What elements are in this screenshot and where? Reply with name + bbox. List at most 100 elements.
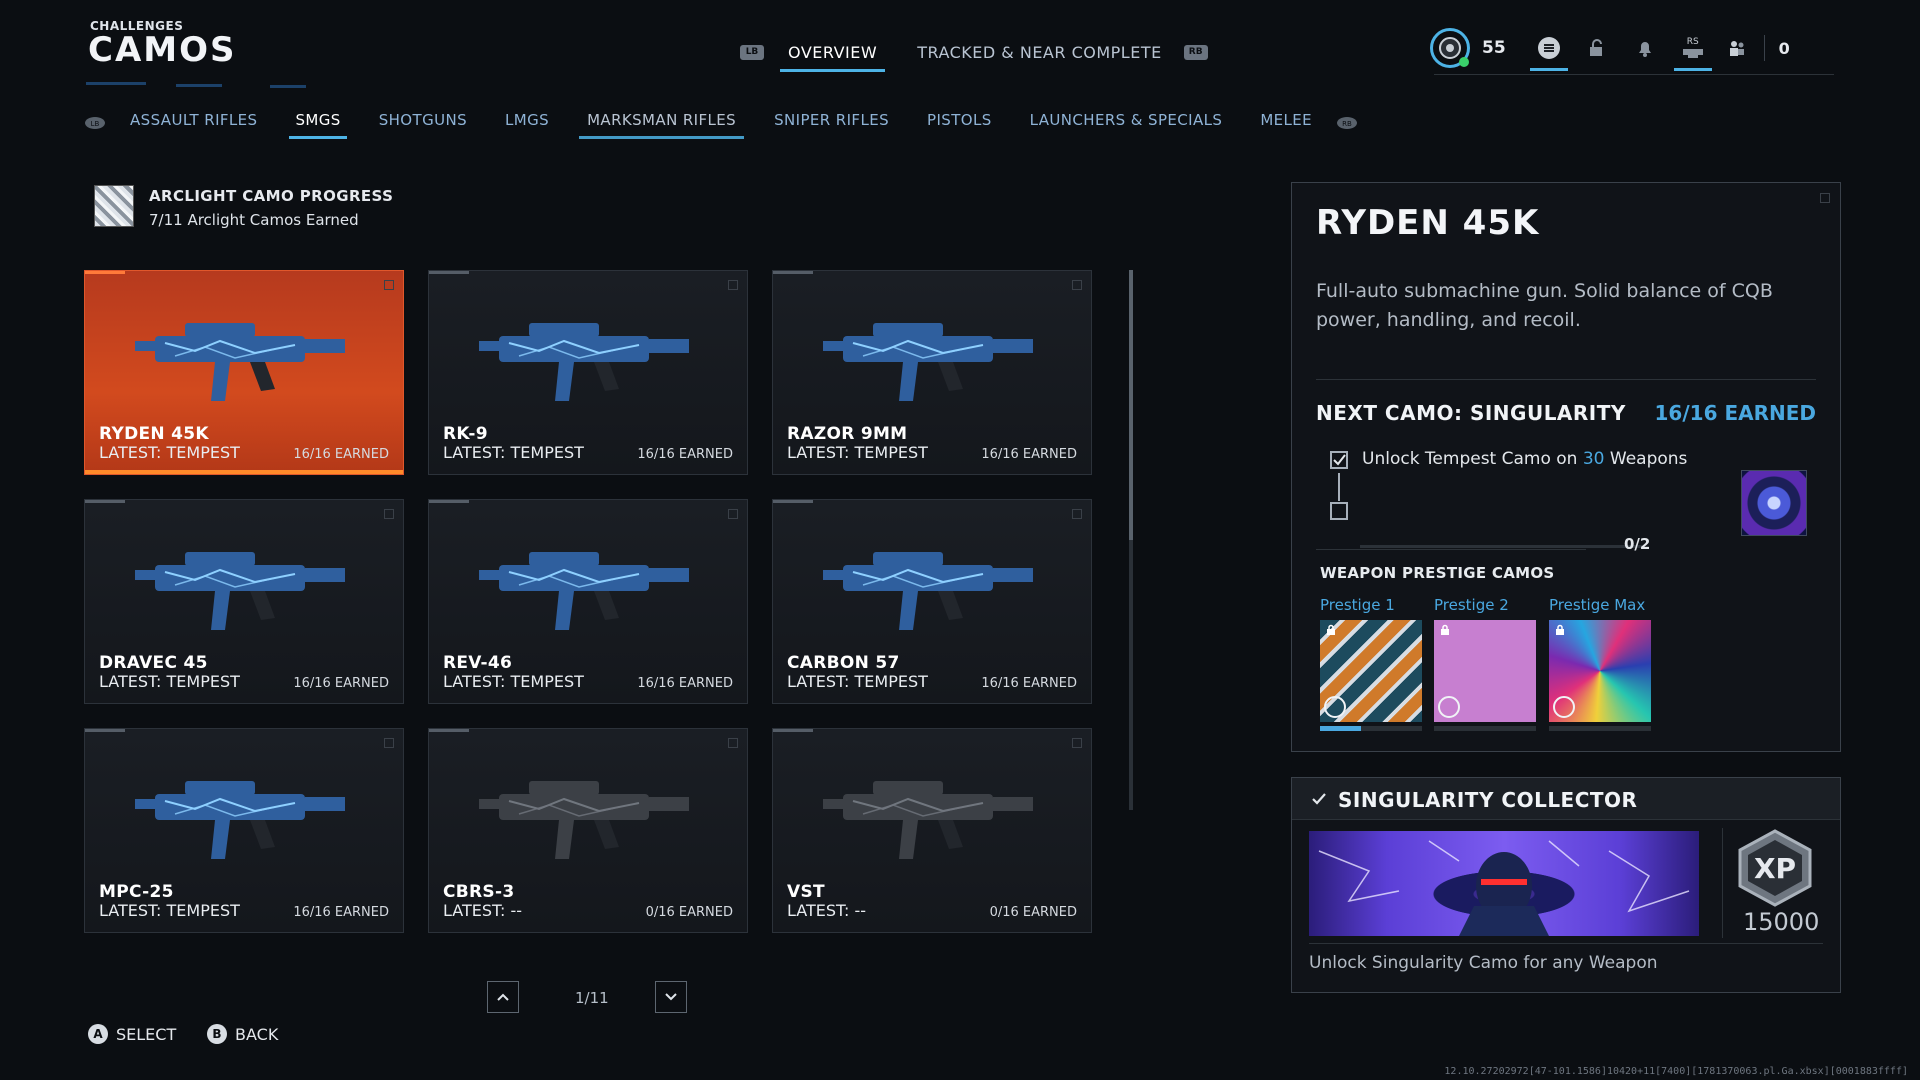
detail-divider xyxy=(1316,379,1816,380)
prestige-icon xyxy=(1553,696,1575,718)
weapon-image xyxy=(823,323,1033,401)
prestige-icon xyxy=(1324,696,1346,718)
rb-button-icon[interactable]: RB xyxy=(1183,44,1208,60)
corner-marker xyxy=(1820,193,1830,203)
card-corner-marker xyxy=(384,280,394,290)
weapon-card-rk-9[interactable]: RK-9 LATEST: TEMPEST 16/16 EARNED xyxy=(428,270,748,475)
prestige-2-camo[interactable]: Prestige 2 xyxy=(1434,596,1536,731)
weapon-camos-earned: 0/16 EARNED xyxy=(645,905,733,920)
weapon-camos-earned: 16/16 EARNED xyxy=(637,447,733,462)
tab-assault-rifles[interactable]: ASSAULT RIFLES xyxy=(130,111,257,135)
weapon-latest-camo: LATEST: TEMPEST xyxy=(443,443,584,462)
reward-header: SINGULARITY COLLECTOR xyxy=(1292,778,1840,820)
prestige-2-progress xyxy=(1434,726,1536,731)
lb-button-icon[interactable]: LB xyxy=(740,44,764,60)
tab-overview[interactable]: OVERVIEW xyxy=(780,37,886,72)
prestige-max-camo[interactable]: Prestige Max xyxy=(1549,596,1651,731)
card-top-marker xyxy=(429,500,469,503)
svg-text:LB: LB xyxy=(91,120,100,128)
weapon-camos-earned: 16/16 EARNED xyxy=(293,905,389,920)
selected-underline xyxy=(85,470,403,474)
back-hint-label: BACK xyxy=(235,1024,279,1044)
player-level: 55 xyxy=(1482,38,1506,58)
weapon-latest-camo: LATEST: TEMPEST xyxy=(99,901,240,920)
prestige-camos-heading: WEAPON PRESTIGE CAMOS xyxy=(1320,564,1555,582)
page-down-button[interactable] xyxy=(655,981,687,1013)
detail-weapon-description: Full-auto submachine gun. Solid balance … xyxy=(1316,280,1773,331)
weapon-camos-earned: 16/16 EARNED xyxy=(981,447,1077,462)
player-rank-icon[interactable] xyxy=(1430,28,1470,68)
weapon-card-carbon-57[interactable]: CARBON 57 LATEST: TEMPEST 16/16 EARNED xyxy=(772,499,1092,704)
card-corner-marker xyxy=(728,280,738,290)
card-corner-marker xyxy=(1072,280,1082,290)
weapon-image xyxy=(135,552,345,630)
weapon-card-dravec-45[interactable]: DRAVEC 45 LATEST: TEMPEST 16/16 EARNED xyxy=(84,499,404,704)
card-top-marker xyxy=(85,729,125,732)
tab-sniper-rifles[interactable]: SNIPER RIFLES xyxy=(774,111,889,135)
requirement-progress-value: 0/2 xyxy=(1624,535,1651,553)
tab-shotguns[interactable]: SHOTGUNS xyxy=(379,111,467,135)
weapon-card-ryden-45k[interactable]: RYDEN 45K LATEST: TEMPEST 16/16 EARNED xyxy=(84,270,404,475)
rs-button-icon[interactable]: RS xyxy=(1673,35,1712,71)
tab-lmgs[interactable]: LMGS xyxy=(505,111,549,135)
banner-art xyxy=(1318,840,1690,936)
page-up-button[interactable] xyxy=(487,981,519,1013)
weapon-card-razor-9mm[interactable]: RAZOR 9MM LATEST: TEMPEST 16/16 EARNED xyxy=(772,270,1092,475)
tab-melee[interactable]: MELEE xyxy=(1260,111,1312,135)
top-tabs: LB OVERVIEW TRACKED & NEAR COMPLETE RB xyxy=(740,32,1208,72)
tab-pistols[interactable]: PISTOLS xyxy=(927,111,992,135)
weapon-camos-earned: 16/16 EARNED xyxy=(981,676,1077,691)
prestige-icon xyxy=(1438,696,1460,718)
weapon-name: CARBON 57 xyxy=(787,653,900,673)
select-hint-label: SELECT xyxy=(116,1024,177,1044)
weapon-image xyxy=(479,552,689,630)
grid-scrollbar[interactable] xyxy=(1129,270,1133,810)
prestige-1-swatch xyxy=(1320,620,1422,722)
lock-icon[interactable] xyxy=(1584,35,1610,61)
social-icon[interactable] xyxy=(1724,35,1750,61)
requirement-text: Unlock Tempest Camo on 30 Weapons xyxy=(1362,449,1687,469)
weapon-category-tabs: LB ASSAULT RIFLES SMGS SHOTGUNS LMGS MAR… xyxy=(84,111,1358,139)
weapon-latest-camo: LATEST: TEMPEST xyxy=(787,443,928,462)
prestige-max-swatch xyxy=(1549,620,1651,722)
tab-tracked-near-complete[interactable]: TRACKED & NEAR COMPLETE xyxy=(909,37,1170,68)
hud-divider xyxy=(1763,35,1765,61)
singularity-collector-banner xyxy=(1309,831,1699,936)
weapon-image xyxy=(479,323,689,401)
requirement-checkbox-checked xyxy=(1330,451,1348,469)
weapon-latest-camo: LATEST: TEMPEST xyxy=(787,672,928,691)
weapon-card-vst[interactable]: VST LATEST: -- 0/16 EARNED xyxy=(772,728,1092,933)
requirement-count: 30 xyxy=(1582,449,1605,469)
weapon-latest-camo: LATEST: TEMPEST xyxy=(99,672,240,691)
select-hint[interactable]: A SELECT xyxy=(88,1024,176,1044)
svg-text:RB: RB xyxy=(1342,120,1352,128)
tab-launchers-specials[interactable]: LAUNCHERS & SPECIALS xyxy=(1030,111,1223,135)
weapon-card-mpc-25[interactable]: MPC-25 LATEST: TEMPEST 16/16 EARNED xyxy=(84,728,404,933)
back-hint[interactable]: B BACK xyxy=(207,1024,278,1044)
bell-icon[interactable] xyxy=(1632,35,1658,61)
weapon-card-cbrs-3[interactable]: CBRS-3 LATEST: -- 0/16 EARNED xyxy=(428,728,748,933)
weapon-latest-camo: LATEST: -- xyxy=(787,901,867,920)
requirement-checkbox-empty xyxy=(1330,502,1348,520)
weapon-card-rev-46[interactable]: REV-46 LATEST: TEMPEST 16/16 EARNED xyxy=(428,499,748,704)
page-title: CAMOS xyxy=(88,30,237,70)
next-camo-label: NEXT CAMO: SINGULARITY xyxy=(1316,401,1626,425)
card-top-marker xyxy=(85,500,125,503)
reward-title: SINGULARITY COLLECTOR xyxy=(1338,788,1638,812)
weapon-detail-panel: RYDEN 45K Full-auto submachine gun. Soli… xyxy=(1291,182,1841,752)
scrollbar-thumb[interactable] xyxy=(1129,270,1133,540)
weapon-image xyxy=(135,781,345,859)
menu-list-icon[interactable] xyxy=(1529,35,1568,71)
card-top-marker xyxy=(773,500,813,503)
lb-bumper-icon[interactable]: LB xyxy=(84,116,106,130)
xp-badge-label: XP xyxy=(1754,852,1796,885)
weapon-camos-earned: 16/16 EARNED xyxy=(637,676,733,691)
prestige-1-camo[interactable]: Prestige 1 xyxy=(1320,596,1422,731)
hud-bar: 55 RS 0 xyxy=(1430,28,1790,71)
rb-bumper-icon[interactable]: RB xyxy=(1336,116,1358,130)
card-corner-marker xyxy=(384,509,394,519)
weapon-camos-earned: 16/16 EARNED xyxy=(293,447,389,462)
tab-smgs[interactable]: SMGS xyxy=(289,111,347,139)
tab-marksman-rifles[interactable]: MARKSMAN RIFLES xyxy=(579,111,745,139)
checkmark-icon xyxy=(1333,454,1346,466)
